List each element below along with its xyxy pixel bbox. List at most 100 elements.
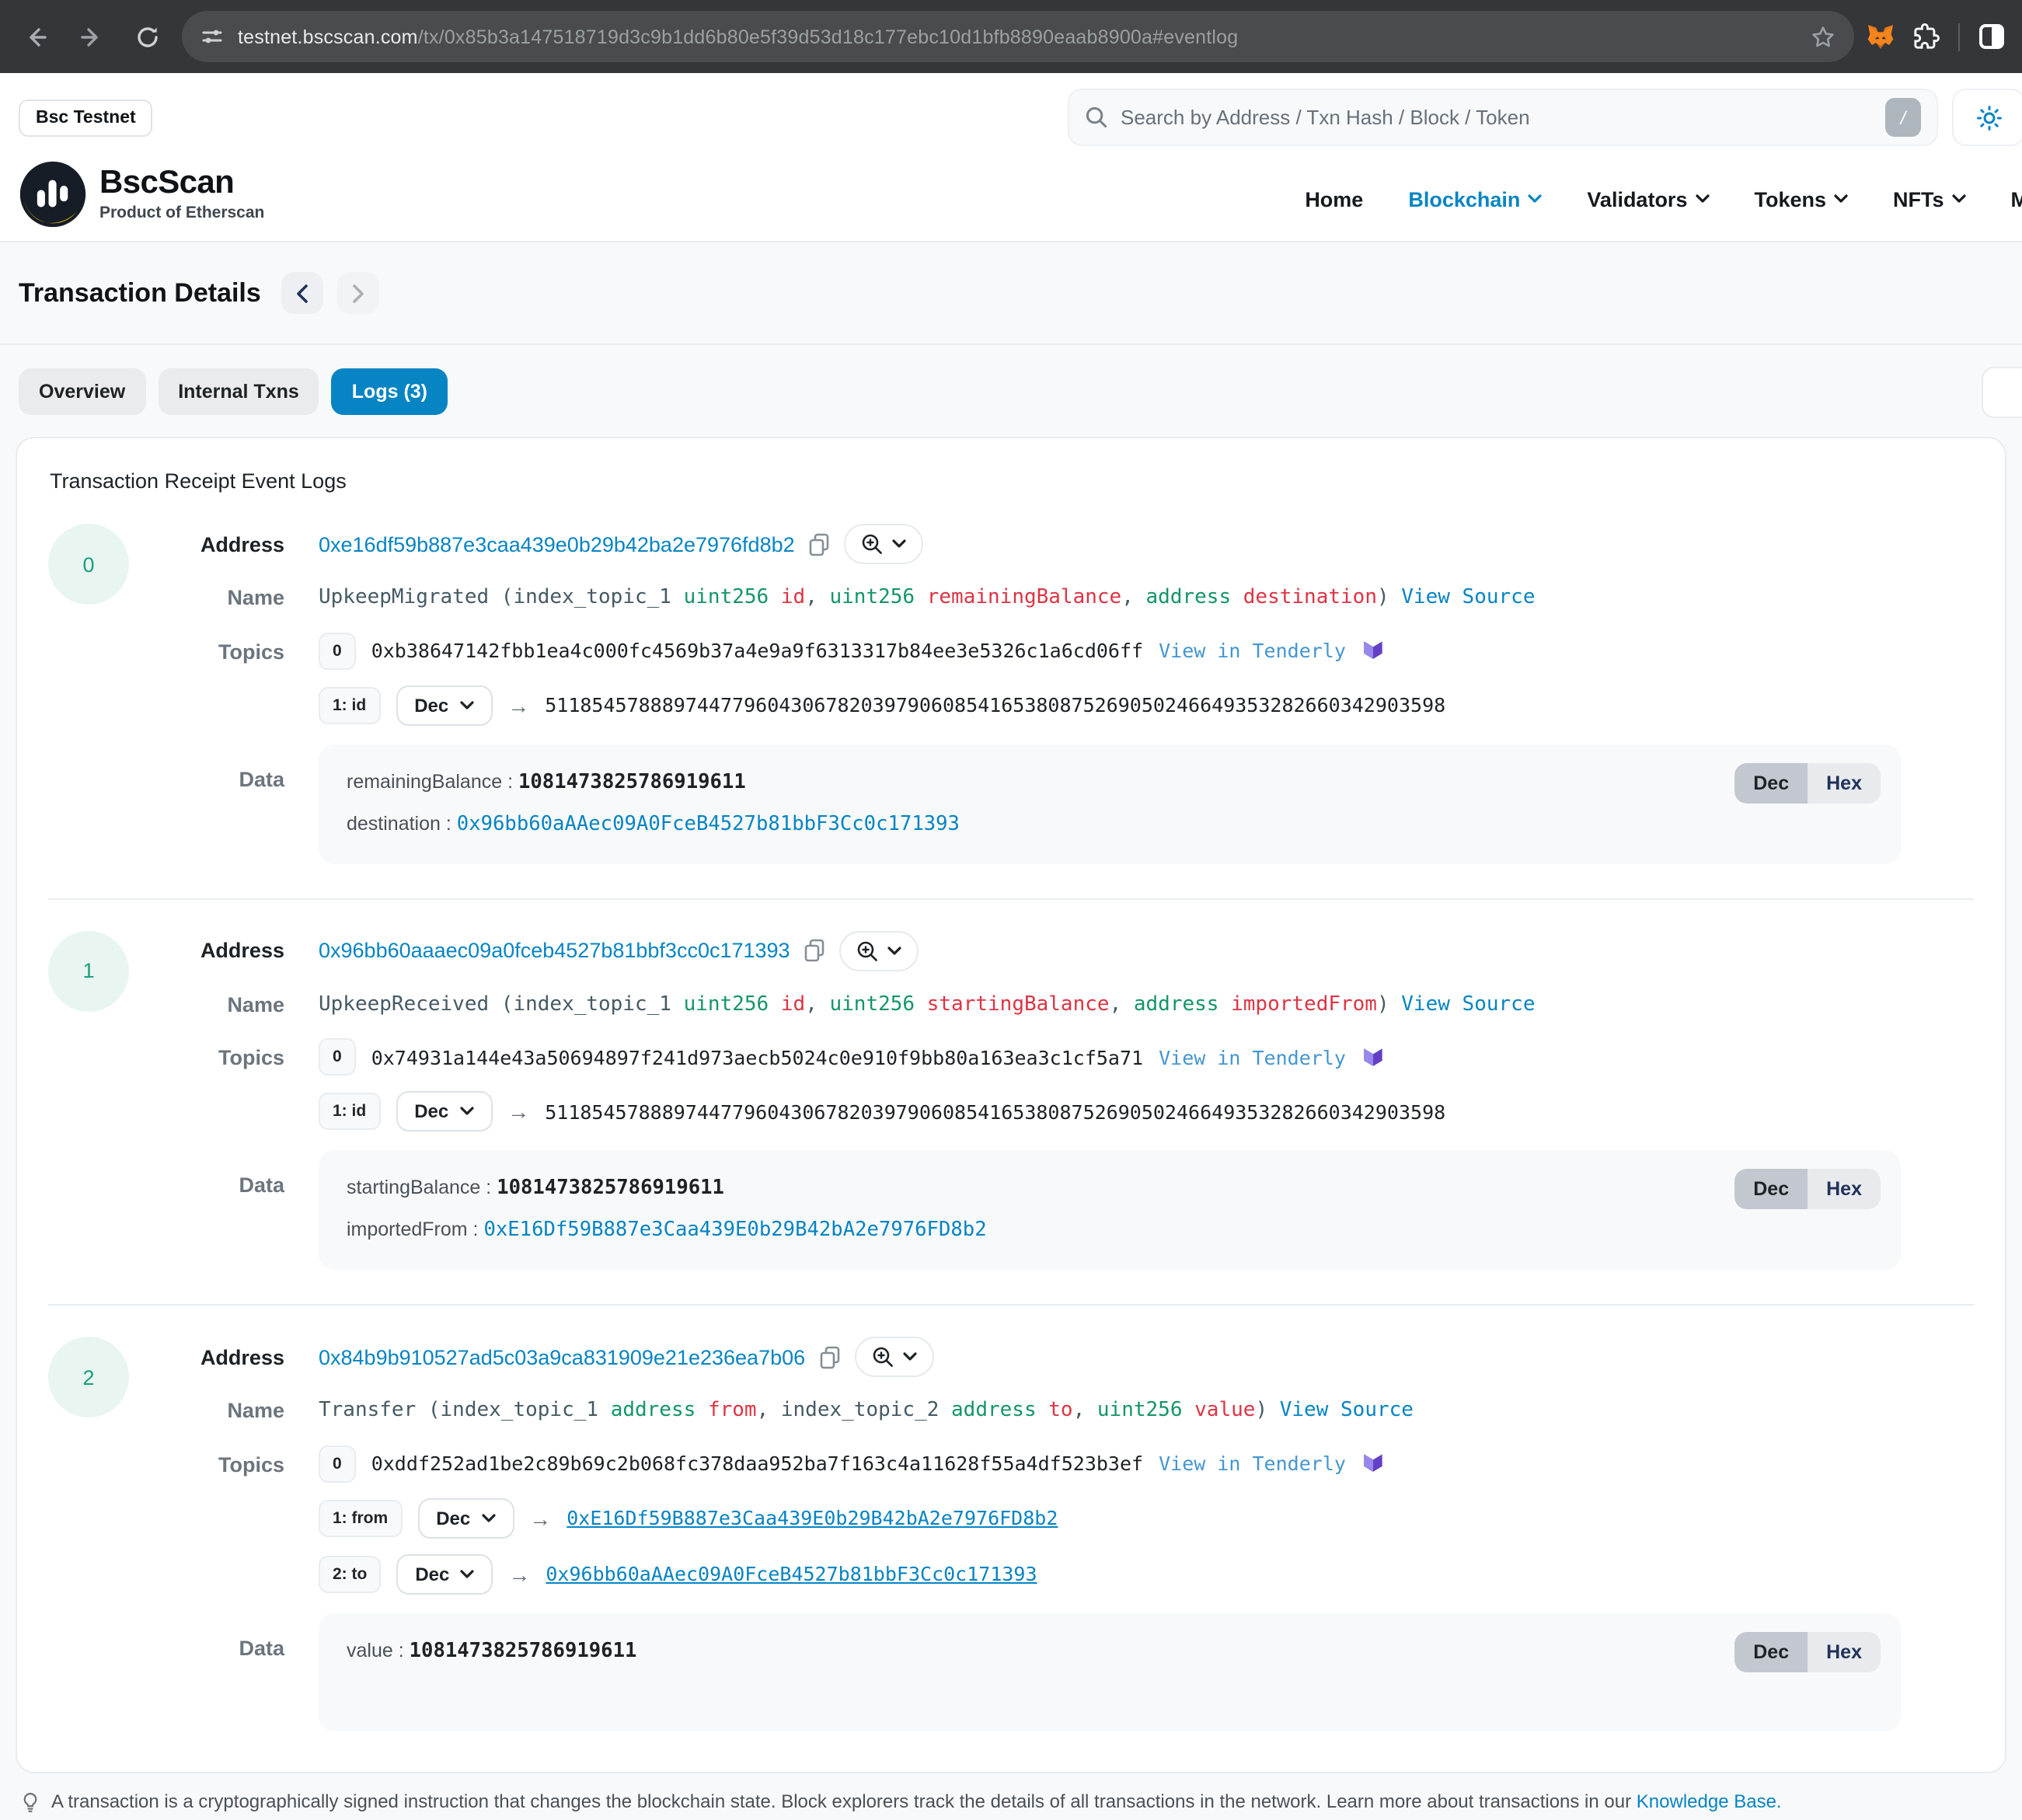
brand-name: BscScan	[99, 166, 264, 200]
dec-toggle-button[interactable]: Dec	[1734, 762, 1808, 803]
topic-row: 2: to Dec → 0x96bb60aAAec09A0FceB4527b81…	[319, 1553, 1972, 1594]
arrow-right-icon: →	[529, 1505, 551, 1530]
page-content: Transaction Details Overview Internal Txn…	[0, 242, 2022, 1820]
log-address-link[interactable]: 0x96bb60aaaec09a0fceb4527b81bbf3cc0c1713…	[319, 939, 790, 962]
url-text: testnet.bscscan.com/tx/0x85b3a147518719d…	[238, 26, 1238, 47]
previous-transaction-button[interactable]	[281, 272, 323, 314]
browser-toolbar-icons	[1867, 23, 2008, 51]
footer-note: A transaction is a cryptographically sig…	[0, 1773, 2022, 1813]
topics-label: Topics	[17, 1038, 284, 1069]
topic-row: 0 0xddf252ad1be2c89b69c2b068fc378daa952b…	[319, 1445, 1972, 1482]
chevron-down-icon	[481, 1513, 495, 1522]
side-panel-button[interactable]	[1978, 23, 2005, 50]
copy-icon	[804, 939, 826, 962]
nav-item-home[interactable]: Home	[1305, 187, 1363, 211]
topic-value: 5118545788897447796043067820397906085416…	[545, 1100, 1445, 1123]
sun-icon	[1976, 105, 2001, 130]
dec-toggle-button[interactable]: Dec	[1734, 1631, 1808, 1672]
logs-container: 0 Address 0xe16df59b887e3caa439e0b29b42b…	[17, 493, 2005, 1731]
site-settings-icon[interactable]	[200, 25, 224, 48]
hex-toggle-button[interactable]: Hex	[1808, 1169, 1881, 1209]
data-key: destination :	[347, 812, 457, 834]
arrow-right-icon: →	[507, 1099, 529, 1124]
tab-logs-3[interactable]: Logs (3)	[332, 368, 448, 415]
search-input[interactable]	[1121, 106, 1873, 129]
nav-item-validators[interactable]: Validators	[1587, 187, 1709, 211]
topic-format-select[interactable]: Dec	[417, 1497, 514, 1538]
nav-item-tokens[interactable]: Tokens	[1754, 187, 1848, 211]
dec-hex-toggle: Dec Hex	[1734, 762, 1881, 803]
nav-item-m[interactable]: M	[2011, 187, 2022, 211]
copy-icon	[809, 532, 831, 556]
view-source-link[interactable]: View Source	[1280, 1399, 1414, 1422]
name-row: Name Transfer (index_topic_1 address fro…	[17, 1396, 1972, 1426]
data-line: destination : 0x96bb60aAAec09A0FceB4527b…	[347, 809, 1873, 837]
extensions-button[interactable]	[1913, 23, 1940, 50]
topics-label: Topics	[17, 632, 284, 663]
metamask-extension-button[interactable]	[1867, 23, 1895, 50]
zoom-in-icon	[872, 1346, 894, 1368]
topic-address-link[interactable]: 0xE16Df59B887e3Caa439E0b29B42bA2e7976FD8…	[567, 1506, 1058, 1529]
page-title: Transaction Details	[19, 277, 261, 309]
topic-format-select[interactable]: Dec	[396, 1553, 493, 1594]
copy-address-button[interactable]	[819, 1345, 841, 1368]
url-path: /tx/0x85b3a147518719d3c9b1dd6b80e5f39d53…	[418, 26, 1239, 47]
topics-row: Topics 0 0xddf252ad1be2c89b69c2b068fc378…	[17, 1445, 1972, 1594]
toolbar-divider	[1958, 23, 1960, 51]
hex-toggle-button[interactable]: Hex	[1808, 1631, 1881, 1672]
knowledge-base-link[interactable]: Knowledge Base.	[1637, 1790, 1782, 1812]
hex-toggle-button[interactable]: Hex	[1808, 762, 1881, 803]
clipped-right-button[interactable]	[1982, 367, 2022, 418]
topic-index-badge: 2: to	[319, 1555, 381, 1592]
bscscan-logo[interactable]: BscScan Product of Etherscan	[19, 160, 264, 228]
data-value: 1081473825786919611	[410, 1639, 637, 1662]
view-source-link[interactable]: View Source	[1401, 992, 1535, 1016]
browser-forward-button[interactable]	[70, 15, 113, 58]
data-label: Data	[17, 1613, 284, 1659]
address-details-button[interactable]	[840, 930, 919, 971]
address-details-button[interactable]	[845, 524, 924, 564]
topic-hash: 0xddf252ad1be2c89b69c2b068fc378daa952ba7…	[371, 1452, 1143, 1475]
address-bar[interactable]: testnet.bscscan.com/tx/0x85b3a147518719d…	[182, 11, 1854, 62]
nav-item-nfts[interactable]: NFTs	[1893, 187, 1966, 211]
search-bar[interactable]: /	[1068, 89, 1938, 146]
data-row: Data remainingBalance : 1081473825786919…	[17, 744, 1972, 863]
browser-back-button[interactable]	[14, 15, 58, 58]
copy-icon	[819, 1345, 841, 1368]
log-address-link[interactable]: 0xe16df59b887e3caa439e0b29b42ba2e7976fd8…	[319, 532, 795, 556]
tenderly-icon	[1361, 1045, 1385, 1069]
forward-arrow-icon	[79, 24, 104, 49]
dec-toggle-button[interactable]: Dec	[1734, 1169, 1808, 1209]
address-details-button[interactable]	[855, 1337, 934, 1377]
copy-address-button[interactable]	[804, 939, 826, 962]
view-source-link[interactable]: View Source	[1401, 586, 1535, 609]
view-in-tenderly-link[interactable]: View in Tenderly	[1159, 1452, 1346, 1475]
topic-address-link[interactable]: 0x96bb60aAAec09A0FceB4527b81bbF3Cc0c1713…	[546, 1562, 1037, 1585]
page-title-row: Transaction Details	[0, 242, 2022, 314]
data-address-link[interactable]: 0xE16Df59B887e3Caa439E0b29B42bA2e7976FD8…	[483, 1219, 986, 1242]
data-address-link[interactable]: 0x96bb60aAAec09A0FceB4527b81bbF3Cc0c1713…	[457, 812, 960, 835]
topic-value: 5118545788897447796043067820397906085416…	[545, 693, 1445, 716]
zoom-in-icon	[862, 533, 884, 555]
view-in-tenderly-link[interactable]: View in Tenderly	[1159, 1045, 1346, 1069]
event-logs-card: Transaction Receipt Event Logs 0 Address…	[16, 437, 2006, 1773]
view-in-tenderly-link[interactable]: View in Tenderly	[1159, 639, 1346, 662]
arrow-right-icon: →	[507, 692, 529, 717]
tab-overview[interactable]: Overview	[19, 368, 145, 415]
nav-item-blockchain[interactable]: Blockchain	[1408, 187, 1542, 211]
copy-address-button[interactable]	[809, 532, 831, 556]
browser-reload-button[interactable]	[126, 15, 169, 58]
theme-toggle-button[interactable]	[1952, 89, 2022, 146]
log-address-link[interactable]: 0x84b9b910527ad5c03a9ca831909e21e236ea7b…	[319, 1345, 805, 1368]
topic-index-badge: 1: from	[319, 1499, 402, 1536]
name-row: Name UpkeepMigrated (index_topic_1 uint2…	[17, 583, 1972, 613]
tab-internal-txns[interactable]: Internal Txns	[158, 368, 319, 415]
back-arrow-icon	[23, 24, 48, 49]
next-transaction-button[interactable]	[337, 272, 379, 314]
network-badge[interactable]: Bsc Testnet	[19, 99, 153, 136]
topic-format-select[interactable]: Dec	[396, 1091, 492, 1131]
topic-format-select[interactable]: Dec	[396, 685, 492, 725]
chevron-down-icon	[888, 946, 902, 955]
bookmark-star-button[interactable]	[1811, 24, 1835, 49]
chevron-left-icon	[295, 284, 309, 302]
